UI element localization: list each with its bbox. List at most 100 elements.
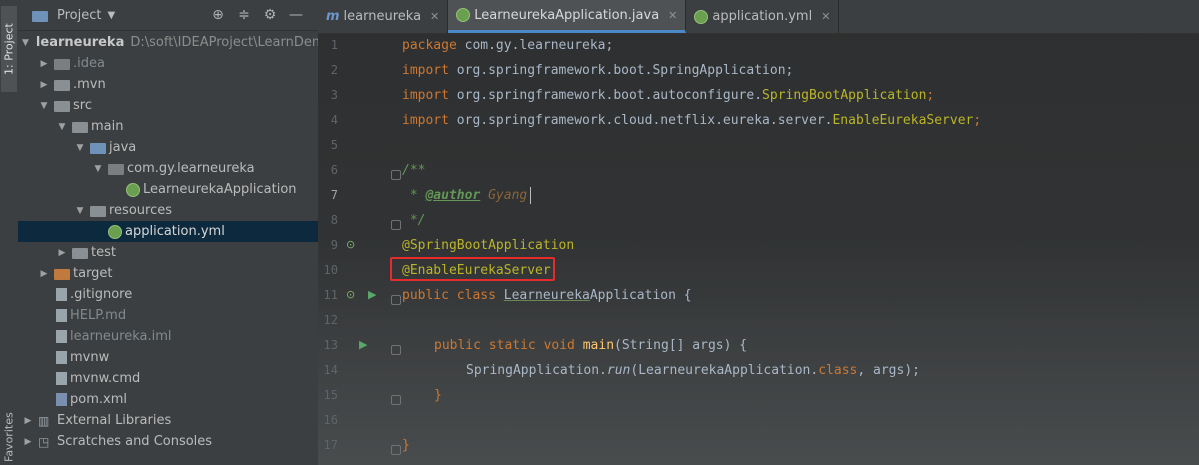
run-icon[interactable]: ▶ bbox=[368, 288, 376, 301]
tree-item-pom-xml[interactable]: pom.xml bbox=[18, 389, 318, 410]
iml-icon bbox=[56, 330, 67, 343]
tree-item-label: mvnw.cmd bbox=[70, 371, 141, 386]
chevron-down-icon[interactable]: ▼ bbox=[92, 164, 104, 174]
project-panel-header: Project ▼ ⊕ ≑ ⚙ — bbox=[18, 0, 318, 31]
chevron-right-icon[interactable]: ▶ bbox=[38, 80, 50, 90]
chevron-down-icon[interactable]: ▼ bbox=[107, 10, 115, 21]
project-tool-tab[interactable]: 1: Project bbox=[1, 6, 17, 92]
tree-item-label: src bbox=[73, 98, 92, 113]
chevron-down-icon[interactable]: ▼ bbox=[74, 143, 86, 153]
fold-icon[interactable] bbox=[391, 345, 401, 355]
line-number: 9 bbox=[330, 238, 338, 252]
keyword: import bbox=[402, 88, 449, 103]
tree-item-learneureka-application[interactable]: LearneurekaApplication bbox=[18, 179, 318, 200]
project-panel-title[interactable]: Project bbox=[57, 8, 101, 23]
tree-item-idea[interactable]: ▶ .idea bbox=[18, 53, 318, 74]
tree-item-src[interactable]: ▼ src bbox=[18, 95, 318, 116]
close-icon[interactable]: ✕ bbox=[668, 9, 677, 22]
chevron-right-icon[interactable]: ▶ bbox=[38, 269, 50, 279]
tree-item-label: application.yml bbox=[125, 224, 225, 239]
markdown-icon bbox=[56, 309, 67, 322]
tree-item-target[interactable]: ▶ target bbox=[18, 263, 318, 284]
locate-icon[interactable]: ⊕ bbox=[210, 7, 226, 23]
tree-item-resources[interactable]: ▼ resources bbox=[18, 200, 318, 221]
chevron-right-icon[interactable]: ▶ bbox=[22, 437, 34, 447]
collapse-all-icon[interactable]: ≑ bbox=[236, 7, 252, 23]
tree-item-learneureka[interactable]: ▼ learneureka D:\soft\IDEAProject\LearnD… bbox=[18, 32, 318, 53]
chevron-down-icon[interactable]: ▼ bbox=[56, 122, 68, 132]
bean-icon[interactable]: ⊙ bbox=[346, 288, 355, 301]
fold-icon[interactable] bbox=[391, 170, 401, 180]
chevron-down-icon[interactable]: ▼ bbox=[22, 38, 29, 48]
fold-icon[interactable] bbox=[391, 445, 401, 455]
javadoc-tag: @author bbox=[425, 188, 481, 203]
tab-application-yml[interactable]: application.yml ✕ bbox=[686, 0, 840, 33]
chevron-down-icon[interactable]: ▼ bbox=[38, 101, 50, 111]
code-text: (LearneurekaApplication. bbox=[630, 363, 819, 378]
tree-item-path: D:\soft\IDEAProject\LearnDemo bbox=[130, 35, 318, 50]
folder-icon bbox=[54, 80, 70, 91]
code-line: public class LearneurekaApplication { bbox=[402, 283, 692, 308]
code-line: @SpringBootApplication bbox=[402, 238, 575, 253]
tab-label: LearneurekaApplication.java bbox=[474, 7, 660, 23]
tree-item-java[interactable]: ▼ java bbox=[18, 137, 318, 158]
editor-tab-bar: m learneureka ✕ LearneurekaApplication.j… bbox=[318, 0, 1199, 34]
tree-item-label: External Libraries bbox=[57, 413, 172, 428]
package-icon bbox=[108, 164, 124, 175]
tree-item-help-md[interactable]: HELP.md bbox=[18, 305, 318, 326]
method-name: main bbox=[582, 338, 615, 353]
code-line: */ bbox=[402, 213, 426, 228]
code-line: } bbox=[434, 388, 442, 403]
tree-item-test[interactable]: ▶ test bbox=[18, 242, 318, 263]
line-number: 14 bbox=[323, 363, 338, 377]
line-number: 8 bbox=[330, 213, 338, 227]
tree-item-main[interactable]: ▼ main bbox=[18, 116, 318, 137]
code-text: org.springframework.boot.SpringApplicati… bbox=[448, 63, 794, 78]
chevron-right-icon[interactable]: ▶ bbox=[38, 59, 50, 69]
fold-icon[interactable] bbox=[391, 295, 401, 305]
run-icon[interactable]: ▶ bbox=[359, 338, 367, 351]
comment: * bbox=[402, 188, 426, 203]
project-panel: Project ▼ ⊕ ≑ ⚙ — ▼ learneureka D:\soft\… bbox=[18, 0, 318, 465]
editor-area: m learneureka ✕ LearneurekaApplication.j… bbox=[318, 0, 1199, 465]
tree-item-mvn[interactable]: ▶ .mvn bbox=[18, 74, 318, 95]
line-number: 12 bbox=[323, 313, 338, 327]
close-icon[interactable]: ✕ bbox=[430, 10, 439, 23]
code-line: * @author Gyang bbox=[402, 183, 527, 208]
tree-item-application-yml[interactable]: application.yml bbox=[18, 221, 318, 242]
code-line: SpringApplication.run(LearneurekaApplica… bbox=[466, 358, 920, 383]
chevron-right-icon[interactable]: ▶ bbox=[22, 416, 34, 426]
tree-item-scratches[interactable]: ▶ ◳ Scratches and Consoles bbox=[18, 431, 318, 452]
fold-icon[interactable] bbox=[391, 395, 401, 405]
tree-item-iml[interactable]: learneureka.iml bbox=[18, 326, 318, 347]
favorites-tool-tab[interactable]: Favorites bbox=[1, 410, 17, 465]
tree-item-label: LearneurekaApplication bbox=[143, 182, 297, 197]
spring-class-icon bbox=[126, 182, 140, 197]
code-area[interactable]: package com.gy.learneureka; import org.s… bbox=[402, 33, 1192, 465]
line-number: 10 bbox=[323, 263, 338, 277]
code-text: , args); bbox=[857, 363, 920, 378]
tree-item-package[interactable]: ▼ com.gy.learneureka bbox=[18, 158, 318, 179]
tree-item-gitignore[interactable]: .gitignore bbox=[18, 284, 318, 305]
tree-item-external-libraries[interactable]: ▶ ▥ External Libraries bbox=[18, 410, 318, 431]
close-icon[interactable]: ✕ bbox=[821, 10, 830, 23]
spring-config-icon bbox=[694, 9, 709, 24]
bean-icon[interactable]: ⊙ bbox=[346, 238, 355, 251]
chevron-down-icon[interactable]: ▼ bbox=[74, 206, 86, 216]
tree-item-label: main bbox=[91, 119, 124, 134]
gear-icon[interactable]: ⚙ bbox=[262, 7, 278, 23]
keyword: import bbox=[402, 63, 449, 78]
tab-learneureka-application-java[interactable]: LearneurekaApplication.java ✕ bbox=[448, 0, 687, 33]
keyword: class bbox=[818, 363, 858, 378]
tab-learneureka[interactable]: m learneureka ✕ bbox=[318, 0, 449, 33]
tree-item-label: .gitignore bbox=[70, 287, 133, 302]
tree-item-label: .idea bbox=[73, 56, 105, 71]
code-text: com.gy.learneureka; bbox=[456, 38, 614, 53]
tree-item-mvnw-cmd[interactable]: mvnw.cmd bbox=[18, 368, 318, 389]
line-number: 1 bbox=[330, 38, 338, 52]
hide-panel-icon[interactable]: — bbox=[288, 7, 304, 23]
tree-item-mvnw[interactable]: mvnw bbox=[18, 347, 318, 368]
fold-icon[interactable] bbox=[391, 220, 401, 230]
chevron-right-icon[interactable]: ▶ bbox=[56, 248, 68, 258]
code-text: Application { bbox=[589, 288, 692, 303]
